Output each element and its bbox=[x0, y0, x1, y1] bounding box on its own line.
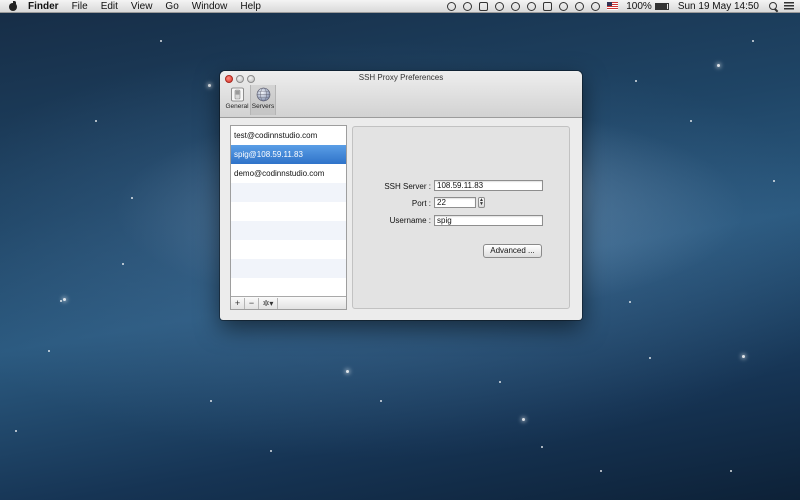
volume-icon[interactable] bbox=[591, 1, 601, 11]
remove-server-button[interactable]: − bbox=[245, 297, 259, 309]
star bbox=[752, 40, 754, 42]
star bbox=[160, 40, 162, 42]
checkmark-status-icon[interactable] bbox=[447, 1, 457, 11]
menu-clock[interactable]: Sun 19 May 14:50 bbox=[678, 1, 759, 12]
port-label: Port : bbox=[411, 199, 431, 208]
window-title: SSH Proxy Preferences bbox=[358, 73, 444, 82]
empty-list-row bbox=[231, 240, 346, 259]
toolbar-general-tab[interactable]: General bbox=[224, 85, 250, 115]
star bbox=[380, 400, 382, 402]
battery-percent: 100% bbox=[626, 0, 652, 12]
server-detail-panel: SSH Server : Port : ▲▼ Username : Advanc… bbox=[352, 126, 570, 309]
star bbox=[346, 370, 349, 373]
star bbox=[541, 446, 543, 448]
empty-list-row bbox=[231, 221, 346, 240]
star bbox=[270, 450, 272, 452]
star bbox=[717, 64, 720, 67]
empty-list-row bbox=[231, 259, 346, 278]
star bbox=[649, 357, 651, 359]
star bbox=[95, 120, 97, 122]
star bbox=[15, 430, 17, 432]
star bbox=[63, 298, 66, 301]
bluetooth-icon[interactable] bbox=[479, 1, 489, 11]
battery-icon[interactable] bbox=[654, 2, 669, 10]
star bbox=[600, 470, 602, 472]
server-list-item-selected[interactable]: spig@108.59.11.83 bbox=[231, 145, 346, 164]
star bbox=[499, 381, 501, 383]
ssh-proxy-status-icon[interactable] bbox=[463, 1, 473, 11]
add-server-button[interactable]: + bbox=[231, 297, 245, 309]
username-input[interactable] bbox=[434, 215, 543, 226]
star bbox=[690, 120, 692, 122]
general-switch-icon bbox=[230, 87, 244, 102]
empty-list-row bbox=[231, 183, 346, 202]
star bbox=[522, 418, 525, 421]
port-input[interactable] bbox=[434, 197, 476, 208]
sync-icon[interactable] bbox=[527, 1, 537, 11]
star bbox=[60, 300, 62, 302]
clock-icon[interactable] bbox=[559, 1, 569, 11]
menu-finder[interactable]: Finder bbox=[28, 1, 59, 12]
empty-list-row bbox=[231, 278, 346, 297]
port-stepper[interactable]: ▲ ▼ bbox=[478, 197, 485, 208]
time-machine-icon[interactable] bbox=[575, 1, 585, 11]
menu-file[interactable]: File bbox=[72, 1, 88, 12]
star bbox=[629, 301, 631, 303]
preferences-window: SSH Proxy Preferences General Servers te… bbox=[220, 71, 582, 320]
menu-window[interactable]: Window bbox=[192, 1, 228, 12]
window-titlebar: SSH Proxy Preferences General Servers bbox=[220, 71, 582, 118]
spotlight-search-icon[interactable] bbox=[769, 1, 778, 11]
star bbox=[742, 355, 745, 358]
toolbar-servers-label: Servers bbox=[251, 103, 275, 110]
star bbox=[131, 197, 133, 199]
star bbox=[122, 263, 124, 265]
advanced-button[interactable]: Advanced ... bbox=[483, 244, 542, 258]
menu-bar: Finder File Edit View Go Window Help 100… bbox=[0, 0, 800, 13]
star bbox=[635, 80, 637, 82]
toolbar-general-label: General bbox=[225, 103, 249, 110]
star bbox=[730, 470, 732, 472]
ssh-server-label: SSH Server : bbox=[384, 182, 431, 191]
star bbox=[48, 350, 50, 352]
apple-menu-icon[interactable] bbox=[8, 1, 18, 11]
menu-help[interactable]: Help bbox=[240, 1, 261, 12]
server-list[interactable]: test@codinnstudio.com spig@108.59.11.83 … bbox=[230, 125, 347, 310]
star bbox=[773, 180, 775, 182]
notification-center-icon[interactable] bbox=[784, 2, 794, 10]
server-list-item[interactable]: demo@codinnstudio.com bbox=[231, 164, 346, 183]
menu-go[interactable]: Go bbox=[165, 1, 178, 12]
star bbox=[208, 84, 211, 87]
dropbox-icon[interactable] bbox=[543, 1, 553, 11]
wifi-icon[interactable] bbox=[511, 1, 521, 11]
status-area: 100% Sun 19 May 14:50 bbox=[447, 1, 800, 12]
empty-list-row bbox=[231, 202, 346, 221]
menu-view[interactable]: View bbox=[131, 1, 153, 12]
timer-icon[interactable] bbox=[495, 1, 505, 11]
star bbox=[210, 400, 212, 402]
toolbar-servers-tab[interactable]: Servers bbox=[250, 85, 276, 115]
ssh-server-input[interactable] bbox=[434, 180, 543, 191]
servers-globe-icon bbox=[256, 87, 270, 102]
username-label: Username : bbox=[389, 216, 431, 225]
action-menu-button[interactable]: ✲▾ bbox=[259, 297, 278, 309]
server-list-item[interactable]: test@codinnstudio.com bbox=[231, 126, 346, 145]
menu-edit[interactable]: Edit bbox=[101, 1, 118, 12]
us-flag-input-icon[interactable] bbox=[607, 2, 619, 10]
list-toolbar: + − ✲▾ bbox=[231, 296, 346, 309]
